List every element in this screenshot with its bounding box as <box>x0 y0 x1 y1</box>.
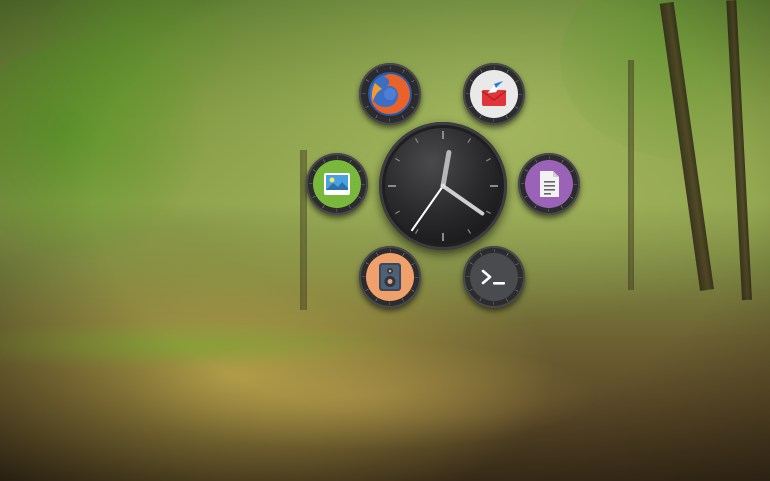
analog-clock[interactable] <box>379 122 507 250</box>
app-terminal[interactable] <box>463 246 525 308</box>
firefox-icon <box>366 70 414 118</box>
app-images[interactable] <box>306 153 368 215</box>
document-icon <box>525 160 573 208</box>
image-viewer-icon <box>313 160 361 208</box>
clock-face <box>385 128 501 244</box>
clock-center <box>440 183 446 189</box>
app-documents[interactable] <box>518 153 580 215</box>
speaker-icon <box>366 253 414 301</box>
app-firefox[interactable] <box>359 63 421 125</box>
radial-launcher <box>0 0 770 481</box>
mail-icon <box>470 70 518 118</box>
app-music-player[interactable] <box>359 246 421 308</box>
app-mail[interactable] <box>463 63 525 125</box>
terminal-icon <box>470 253 518 301</box>
